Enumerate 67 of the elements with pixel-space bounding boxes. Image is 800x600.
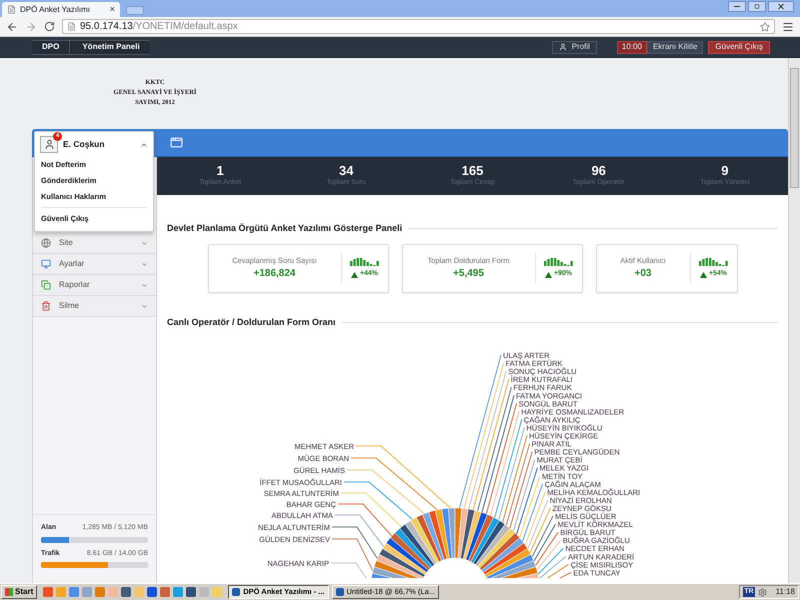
page-icon bbox=[67, 22, 76, 31]
leader-line bbox=[332, 526, 378, 559]
stat-value: 1 bbox=[216, 163, 224, 178]
breadcrumb-link[interactable]: DPO bbox=[32, 40, 70, 54]
stat-value: 34 bbox=[339, 163, 354, 178]
profile-button[interactable]: Profil bbox=[552, 40, 597, 54]
app-icon[interactable] bbox=[121, 587, 132, 597]
windows-flag-icon bbox=[5, 588, 13, 596]
lock-screen-button[interactable]: Ekranı Kilitle bbox=[646, 40, 704, 54]
page-icon bbox=[7, 5, 16, 14]
reload-icon[interactable] bbox=[44, 21, 55, 32]
section-heading: Devlet Planlama Örgütü Anket Yazılımı Gösterge Paneli bbox=[167, 222, 402, 235]
sidebar-item[interactable]: Silme bbox=[33, 296, 156, 317]
trend-up-icon bbox=[544, 272, 552, 278]
browser-tab[interactable]: DPÖ Anket Yazılımı × bbox=[2, 2, 120, 17]
sparkline-bars-icon bbox=[350, 256, 380, 266]
sparkline-bars-icon bbox=[698, 256, 728, 266]
minimize-button[interactable] bbox=[728, 1, 746, 12]
sidebar-item[interactable]: Raporlar bbox=[33, 275, 156, 296]
caret-icon bbox=[141, 302, 148, 310]
tab-title: DPÖ Anket Yazılımı bbox=[20, 4, 91, 16]
trend-up-icon bbox=[700, 272, 707, 278]
caret-icon bbox=[141, 282, 148, 288]
url-text: 95.0.174.13/YONETIM/default.aspx bbox=[80, 20, 238, 34]
breadcrumb-link[interactable]: Yönetim Paneli bbox=[69, 40, 150, 54]
app-icon[interactable] bbox=[147, 587, 158, 597]
start-button[interactable]: Start bbox=[1, 585, 38, 599]
sidebar-item[interactable]: Site bbox=[33, 233, 156, 254]
app-icon[interactable] bbox=[160, 587, 170, 597]
menu-item-icon bbox=[41, 238, 51, 248]
stat-value: 96 bbox=[591, 163, 606, 178]
app-icon[interactable] bbox=[186, 587, 196, 597]
card-value: +186,824 bbox=[254, 267, 296, 282]
app-icon[interactable] bbox=[43, 587, 54, 597]
logout-button[interactable]: Güvenli Çıkış bbox=[708, 40, 770, 54]
window-icon bbox=[170, 136, 183, 149]
card-value: +03 bbox=[634, 267, 652, 282]
address-field[interactable]: 95.0.174.13/YONETIM/default.aspx bbox=[62, 19, 775, 34]
new-tab-button[interactable] bbox=[126, 6, 144, 15]
stat-value: 9 bbox=[721, 163, 728, 178]
clock: 11:18 bbox=[776, 586, 795, 598]
card-value: +5,495 bbox=[453, 267, 484, 282]
trend-up-icon bbox=[350, 272, 358, 278]
close-button[interactable] bbox=[768, 1, 794, 12]
stat-value: 165 bbox=[462, 163, 484, 178]
forward-icon[interactable] bbox=[25, 20, 37, 32]
user-name[interactable]: E. Coşkun bbox=[63, 138, 135, 151]
back-icon[interactable] bbox=[6, 20, 18, 32]
menu-item-icon bbox=[41, 301, 51, 311]
menu-item-icon bbox=[41, 259, 51, 269]
chart-heading: Canlı Operatör / Doldurulan Form Oranı bbox=[167, 316, 336, 329]
maximize-button[interactable] bbox=[748, 1, 766, 12]
sparkline-bars-icon bbox=[544, 256, 574, 266]
user-icon bbox=[44, 139, 54, 150]
lock-timer: 10:00 bbox=[616, 40, 647, 54]
menu-item-icon bbox=[41, 280, 51, 290]
sidebar-item[interactable]: Ayarlar bbox=[33, 254, 156, 275]
app-icon bbox=[336, 588, 344, 596]
bookmark-star-icon[interactable] bbox=[760, 22, 770, 32]
tray-icon[interactable] bbox=[758, 588, 767, 596]
caret-icon bbox=[141, 260, 148, 268]
app-icon bbox=[232, 588, 240, 596]
caret-icon bbox=[141, 240, 148, 246]
user-icon bbox=[558, 43, 567, 51]
scrollbar[interactable] bbox=[788, 58, 800, 583]
tab-close-button[interactable]: × bbox=[110, 5, 115, 14]
menu-icon[interactable] bbox=[782, 20, 794, 32]
